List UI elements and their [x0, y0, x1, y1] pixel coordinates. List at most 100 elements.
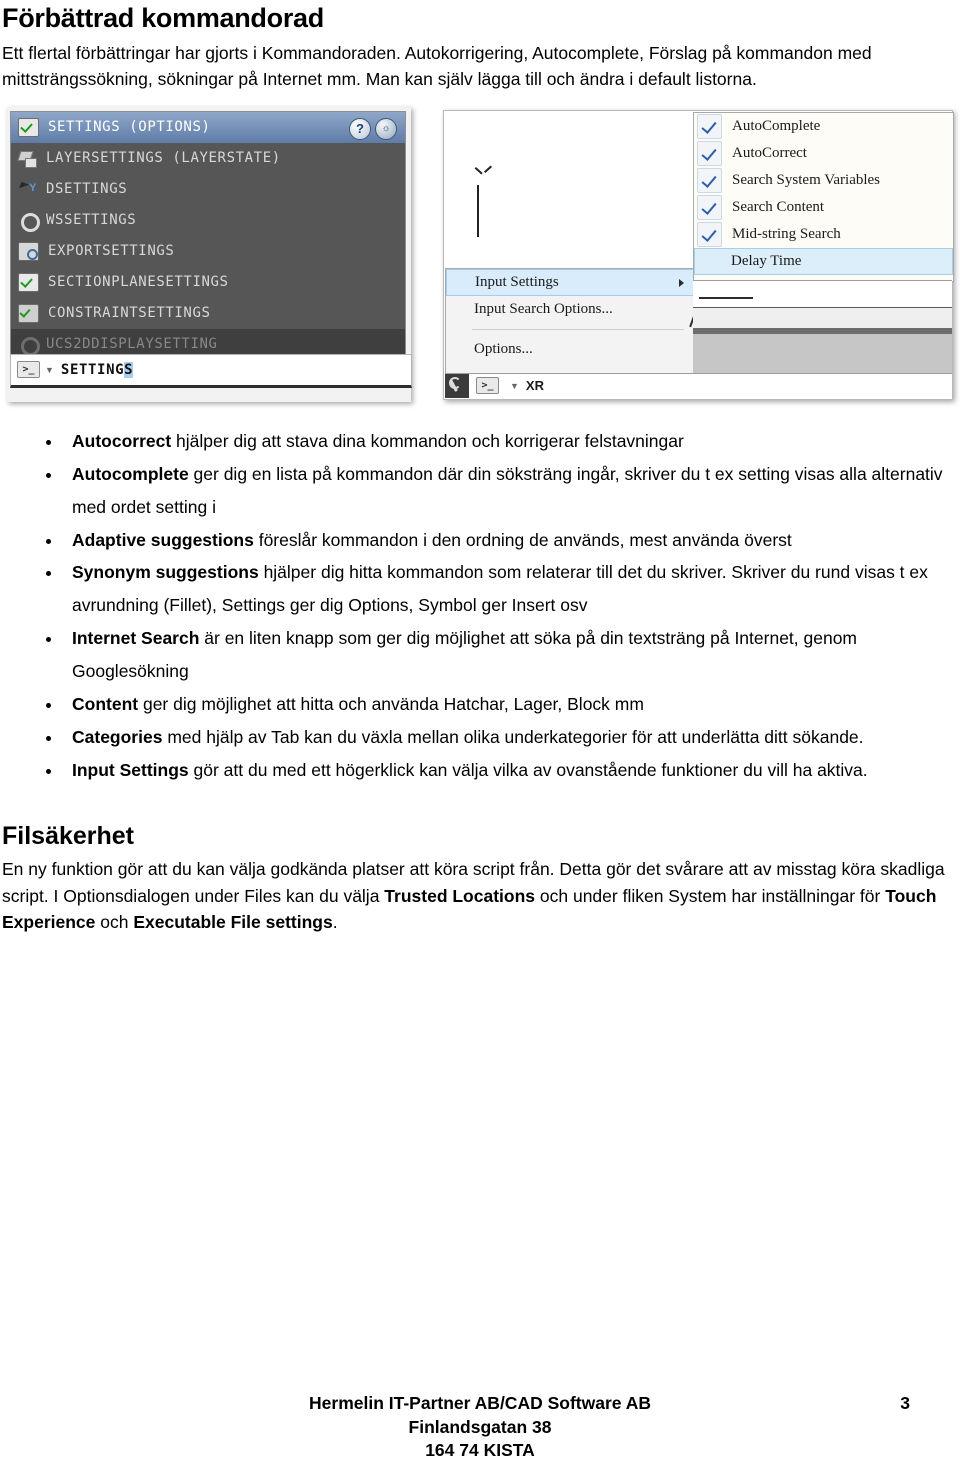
drafting-settings-icon [18, 181, 37, 198]
para-part-4: . [332, 912, 338, 933]
checkbox-checked-icon[interactable] [697, 167, 722, 193]
command-input[interactable]: >_ ▼ SETTINGS [10, 353, 412, 388]
suggestion-row-settings[interactable]: SETTINGS (OPTIONS) [11, 111, 405, 143]
gear-dim-icon [18, 336, 40, 356]
checkbox-unchecked-icon[interactable] [698, 250, 721, 273]
list-item: Content ger dig möjlighet att hitta och … [0, 688, 952, 721]
command-line-panel: SETTINGS (OPTIONS) LAYERSETTINGS (LAYERS… [7, 106, 412, 402]
intro-paragraph: Ett flertal förbättringar har gjorts i K… [2, 42, 872, 90]
list-item: Synonym suggestions hjälper dig hitta ko… [0, 556, 952, 622]
window-rule-line [699, 296, 753, 299]
list-item: Internet Search är en liten knapp som ge… [0, 622, 952, 688]
submenu-item-label: Search Content [732, 198, 825, 215]
submenu-item-search-content[interactable]: Search Content [694, 194, 953, 221]
list-item: Input Settings gör att du med ett högerk… [0, 754, 952, 787]
figures-row: SETTINGS (OPTIONS) LAYERSETTINGS (LAYERS… [0, 106, 960, 407]
submenu-item-autocomplete[interactable]: AutoComplete [694, 113, 953, 140]
figure-command-line-suggestions: SETTINGS (OPTIONS) LAYERSETTINGS (LAYERS… [7, 106, 412, 402]
footer-line-street: Finlandsgatan 38 [408, 1416, 552, 1437]
prompt-icon: >_ [17, 361, 40, 379]
bullet-term: Categories [72, 726, 163, 747]
para-bold-trusted-locations: Trusted Locations [384, 885, 536, 906]
export-icon [18, 241, 39, 261]
command-bar[interactable]: >_ ▼ XR [445, 372, 952, 398]
layers-icon [18, 150, 37, 168]
bullet-text: hjälper dig att stava dina kommandon och… [171, 430, 684, 451]
checkbox-checked-icon[interactable] [697, 194, 722, 220]
suggestion-label: WSSETTINGS [46, 212, 137, 229]
para-bold-executable-file-settings: Executable File settings [133, 912, 333, 933]
checkbox-checked-icon[interactable] [697, 113, 722, 139]
wrench-icon[interactable] [445, 373, 469, 398]
suggestion-list[interactable]: SETTINGS (OPTIONS) LAYERSETTINGS (LAYERS… [10, 110, 406, 363]
typed-prefix: SETTING [60, 361, 125, 378]
checkbox-green-icon [18, 272, 39, 292]
submenu-item-delay-time[interactable]: Delay Time [694, 247, 953, 275]
checkbox-checked-icon[interactable] [697, 221, 722, 247]
menu-item-label: Input Settings [475, 273, 559, 290]
submenu-item-label: AutoComplete [732, 117, 821, 134]
ucs-stem [477, 184, 479, 237]
page-number: 3 [900, 1393, 910, 1414]
suggestion-label: SETTINGS (OPTIONS) [48, 119, 211, 136]
menu-item-input-search-options[interactable]: Input Search Options... [446, 296, 694, 323]
suggestion-label: DSETTINGS [46, 181, 128, 198]
command-input-value: SETTINGS [60, 361, 134, 378]
bullet-text: med hjälp av Tab kan du växla mellan oli… [162, 726, 864, 747]
list-item: Autocorrect hjälper dig att stava dina k… [0, 425, 952, 458]
bullet-term: Adaptive suggestions [72, 529, 254, 550]
menu-item-input-settings[interactable]: Input Settings [446, 268, 694, 296]
drawing-window: Input Settings Input Search Options... O… [443, 109, 954, 400]
checkbox-checked-icon[interactable] [697, 140, 722, 166]
list-item: Adaptive suggestions föreslår kommandon … [0, 524, 952, 557]
window-strip-white [693, 279, 952, 308]
submenu-item-autocorrect[interactable]: AutoCorrect [694, 140, 953, 167]
suggestion-row-dsettings[interactable]: DSETTINGS [11, 174, 405, 205]
chevron-down-icon[interactable]: ▼ [45, 365, 54, 375]
suggestion-row-sectionplanesettings[interactable]: SECTIONPLANESETTINGS [11, 267, 405, 298]
bullet-text: ger dig möjlighet att hitta och använda … [138, 694, 644, 714]
section-paragraph: En ny funktion gör att du kan välja godk… [2, 856, 952, 936]
window-strip-gray [693, 333, 952, 378]
constraint-icon [18, 303, 39, 323]
suggestion-row-constraintsettings[interactable]: CONSTRAINTSETTINGS [11, 298, 405, 329]
help-search-globe-icon[interactable]: ☼ [375, 117, 397, 140]
suggestion-label: UCS2DDISPLAYSETTING [46, 336, 218, 353]
suggestion-row-wssettings[interactable]: WSSETTINGS [11, 205, 405, 236]
chevron-down-icon[interactable]: ▼ [510, 381, 519, 391]
drawing-canvas [445, 111, 693, 268]
context-menu[interactable]: Input Settings Input Search Options... O… [445, 267, 695, 380]
submenu-item-label: AutoCorrect [732, 144, 807, 161]
prompt-icon: >_ [476, 377, 499, 395]
input-settings-submenu[interactable]: AutoComplete AutoCorrect Search System V… [693, 111, 954, 282]
bullet-text: ger dig en lista på kommandon där din sö… [72, 463, 943, 517]
help-buttons: ? ☼ [349, 117, 397, 140]
list-item: Autocomplete ger dig en lista på kommand… [0, 458, 952, 524]
section-title-filsakerhet: Filsäkerhet [2, 821, 135, 850]
submenu-item-mid-string-search[interactable]: Mid-string Search [694, 221, 953, 248]
footer-line-company: Hermelin IT-Partner AB/CAD Software AB [309, 1393, 651, 1414]
bullet-term: Input Settings [72, 759, 189, 780]
document-page: Förbättrad kommandorad Ett flertal förbä… [0, 0, 960, 1469]
footer-line-city: 164 74 KISTA [425, 1440, 535, 1461]
chevron-right-icon [679, 278, 684, 287]
menu-separator [472, 328, 684, 330]
checkbox-green-icon [18, 117, 39, 137]
command-bar-value: XR [525, 378, 544, 394]
suggestion-row-exportsettings[interactable]: EXPORTSETTINGS [11, 236, 405, 267]
submenu-item-search-system-variables[interactable]: Search System Variables [694, 167, 953, 194]
ucs-y-arrow [478, 167, 494, 179]
bullet-term: Autocomplete [72, 463, 189, 484]
page-title: Förbättrad kommandorad [2, 3, 324, 33]
suggestion-label: LAYERSETTINGS (LAYERSTATE) [46, 150, 281, 167]
suggestion-label: SECTIONPLANESETTINGS [48, 274, 229, 291]
para-part-3: och [95, 912, 134, 933]
help-question-icon[interactable]: ? [349, 117, 371, 140]
suggestion-row-layersettings[interactable]: LAYERSETTINGS (LAYERSTATE) [11, 143, 405, 174]
menu-item-label: Input Search Options... [474, 300, 613, 317]
menu-item-options[interactable]: Options... [446, 336, 694, 363]
ucs-axis-icon [470, 167, 510, 247]
bullet-text: föreslår kommandon i den ordning de anvä… [253, 529, 792, 550]
bullet-term: Internet Search [72, 628, 200, 649]
submenu-item-label: Mid-string Search [732, 225, 841, 242]
